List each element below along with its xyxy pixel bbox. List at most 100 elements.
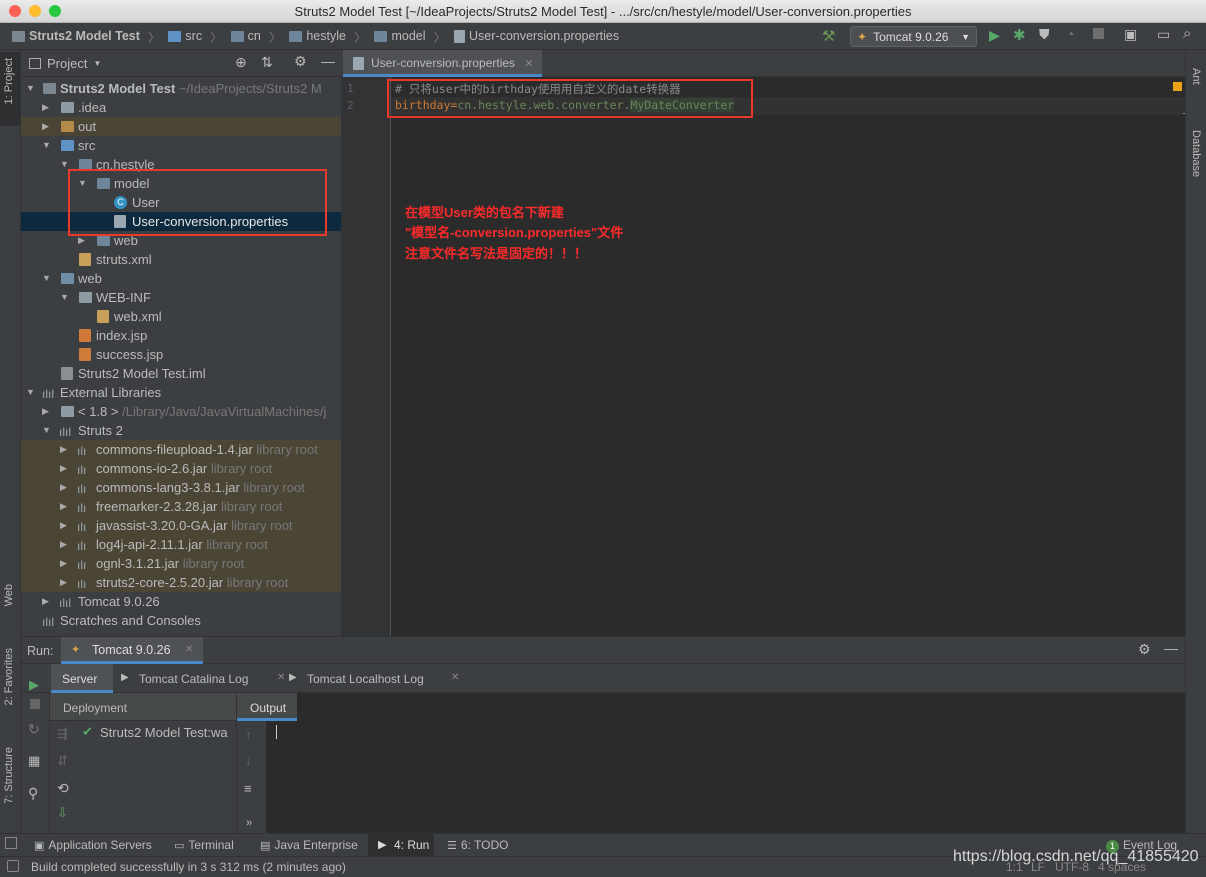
ant-tool-tab[interactable]: Ant <box>1190 68 1202 85</box>
tree-item-src[interactable]: ▼ src <box>21 136 341 155</box>
status-message[interactable]: Build completed successfully in 3 s 312 … <box>31 860 346 874</box>
chevron-down-icon: ▼ <box>961 31 970 42</box>
run-configuration-select[interactable]: ✦ Tomcat 9.0.26 ▼ <box>850 26 977 47</box>
tree-item-jar[interactable]: ▶ ılı log4j-api-2.11.1.jar library root <box>21 535 341 554</box>
gear-icon[interactable]: ⚙ <box>1138 641 1151 658</box>
tool-window-project-tab[interactable]: 1: Project <box>0 52 20 126</box>
tree-item-jar[interactable]: ▶ ılı commons-fileupload-1.4.jar library r… <box>21 440 341 459</box>
close-tab-icon[interactable]: ✕ <box>451 672 459 683</box>
database-tool-tab[interactable]: Database <box>1190 130 1202 177</box>
breadcrumb-file[interactable]: User-conversion.properties <box>450 29 623 43</box>
window-title: Struts2 Model Test [~/IdeaProjects/Strut… <box>294 4 912 19</box>
output-header-label: Output <box>250 701 287 715</box>
close-tab-icon[interactable]: ✕ <box>277 672 285 683</box>
breadcrumb-hestyle[interactable]: hestyle 〉 <box>285 27 370 46</box>
terminal-window-icon[interactable]: ▭ <box>1157 26 1170 43</box>
tool-tab-terminal[interactable]: ▭ Terminal <box>174 838 234 852</box>
tree-item-label: < 1.8 > <box>78 404 119 419</box>
tree-item-jar[interactable]: ▶ ılı struts2-core-2.5.20.jar library root <box>21 573 341 592</box>
tree-item-jar[interactable]: ▶ ılı commons-io-2.6.jar library root <box>21 459 341 478</box>
tree-item-web-xml[interactable]: web.xml <box>21 307 341 326</box>
more-icon[interactable]: » <box>246 817 252 829</box>
deploy-down-icon[interactable]: ⇩ <box>57 805 68 821</box>
project-view-selector[interactable]: Project <box>47 56 87 71</box>
output-header[interactable]: Output <box>237 693 297 721</box>
run-panel-label: Run: <box>27 644 54 658</box>
tree-item-jdk[interactable]: ▶ < 1.8 > /Library/Java/JavaVirtualMachin… <box>21 402 341 421</box>
scroll-up-icon[interactable]: ↑ <box>245 727 252 742</box>
tree-item-jar[interactable]: ▶ ılı javassist-3.20.0-GA.jar library root <box>21 516 341 535</box>
breadcrumb-project[interactable]: Struts2 Model Test 〉 <box>8 27 164 46</box>
refresh-icon[interactable]: ↻ <box>28 721 40 738</box>
breadcrumb-model[interactable]: model 〉 <box>370 27 450 46</box>
tree-item-web-inf[interactable]: ▼ WEB-INF <box>21 288 341 307</box>
breadcrumb-src[interactable]: src 〉 <box>164 27 226 46</box>
tree-item-idea[interactable]: ▶ .idea <box>21 98 341 117</box>
deployment-item[interactable]: ✔ Struts2 Model Test:wa <box>80 723 236 743</box>
coverage-shield-icon[interactable]: ⛊ <box>1039 26 1050 43</box>
stop-icon[interactable] <box>1093 28 1104 39</box>
subtab-server[interactable]: Server <box>51 664 113 693</box>
warning-marker[interactable] <box>1173 82 1182 91</box>
layout-icon[interactable]: ▦ <box>28 753 40 769</box>
zoom-window-button[interactable] <box>49 5 61 17</box>
tree-item-success-jsp[interactable]: success.jsp <box>21 345 341 364</box>
rerun-icon[interactable]: ▶ <box>29 677 39 693</box>
tree-item-jar[interactable]: ▶ ılı ognl-3.1.21.jar library root <box>21 554 341 573</box>
module-file-icon <box>61 367 73 380</box>
tree-item-index-jsp[interactable]: index.jsp <box>21 326 341 345</box>
toggle-tool-windows-icon[interactable] <box>5 837 17 849</box>
close-window-button[interactable] <box>9 5 21 17</box>
code-editor[interactable]: 1 2 # 只将user中的birthday使用用自定义的date转换器 bir… <box>341 77 1185 636</box>
web-tool-tab[interactable]: Web <box>3 584 15 606</box>
tree-item-web[interactable]: ▼ web <box>21 269 341 288</box>
tree-item-label: struts2-core-2.5.20.jar <box>96 575 224 590</box>
jsp-file-icon <box>79 329 91 342</box>
tree-item-jar[interactable]: ▶ ılı commons-lang3-3.8.1.jar library root <box>21 478 341 497</box>
tree-item-jar[interactable]: ▶ ılı freemarker-2.3.28.jar library root <box>21 497 341 516</box>
minimize-window-button[interactable] <box>29 5 41 17</box>
tool-tab-java-enterprise[interactable]: ▤ Java Enterprise <box>260 838 358 852</box>
close-tab-icon[interactable]: ✕ <box>185 644 193 655</box>
search-icon[interactable]: ⌕ <box>1183 25 1191 42</box>
tree-item-scratches[interactable]: ılıl Scratches and Consoles <box>21 611 341 630</box>
soft-wrap-icon[interactable]: ≡ <box>244 781 252 796</box>
favorites-tool-tab[interactable]: 2: Favorites <box>3 648 15 705</box>
tree-item-external-libraries[interactable]: ▼ ılıl External Libraries <box>21 383 341 402</box>
project-structure-icon[interactable]: ▣ <box>1124 26 1137 43</box>
output-console[interactable] <box>266 721 1185 833</box>
tree-item-iml[interactable]: Struts2 Model Test.iml <box>21 364 341 383</box>
undeploy-icon[interactable]: ⇵ <box>57 753 68 769</box>
tool-tab-application-servers[interactable]: ▣ Application Servers <box>34 838 152 852</box>
gear-icon[interactable]: ⚙ <box>294 53 307 70</box>
pin-icon[interactable]: ⚲ <box>28 785 38 802</box>
scroll-down-icon[interactable]: ↓ <box>245 753 252 768</box>
profile-icon[interactable]: ◔ <box>1066 26 1074 42</box>
hide-panel-icon[interactable]: — <box>1164 640 1178 656</box>
stop-icon[interactable] <box>30 699 40 709</box>
run-tab-tomcat[interactable]: ✦ Tomcat 9.0.26 ✕ <box>61 637 203 664</box>
run-icon[interactable]: ▶ <box>989 27 1000 44</box>
tool-windows-quick-access-icon[interactable] <box>7 860 19 872</box>
chevron-right-icon: 〉 <box>353 30 367 45</box>
hide-panel-icon[interactable]: — <box>321 53 335 69</box>
locate-target-icon[interactable]: ⊕ <box>235 54 247 71</box>
tree-item-struts-xml[interactable]: struts.xml <box>21 250 341 269</box>
debug-bug-icon[interactable]: ✱ <box>1013 26 1026 44</box>
editor-tab-user-conversion-properties[interactable]: User-conversion.properties ✕ <box>343 50 542 77</box>
tree-item-struts2-library[interactable]: ▼ ılıl Struts 2 <box>21 421 341 440</box>
structure-tool-tab[interactable]: 7: Structure <box>3 747 15 804</box>
update-icon[interactable]: ⟲ <box>57 780 69 797</box>
jdk-path: /Library/Java/JavaVirtualMachines/j <box>122 404 327 419</box>
collapse-all-icon[interactable]: ⇅ <box>261 54 273 71</box>
close-tab-icon[interactable]: ✕ <box>524 58 533 70</box>
build-hammer-icon[interactable]: ⚒ <box>822 27 835 45</box>
deploy-icon[interactable]: ⇶ <box>57 726 68 742</box>
tool-tab-todo[interactable]: ☰ 6: TODO <box>447 838 508 852</box>
chevron-down-icon[interactable]: ▼ <box>93 59 101 68</box>
breadcrumb-cn[interactable]: cn 〉 <box>227 27 286 46</box>
tree-item-project-root[interactable]: ▼ Struts2 Model Test ~/IdeaProjects/Strut… <box>21 79 341 98</box>
tree-item-out[interactable]: ▶ out <box>21 117 341 136</box>
tree-item-tomcat-library[interactable]: ▶ ılıl Tomcat 9.0.26 <box>21 592 341 611</box>
tool-tab-run[interactable]: ▶ 4: Run <box>368 834 434 856</box>
